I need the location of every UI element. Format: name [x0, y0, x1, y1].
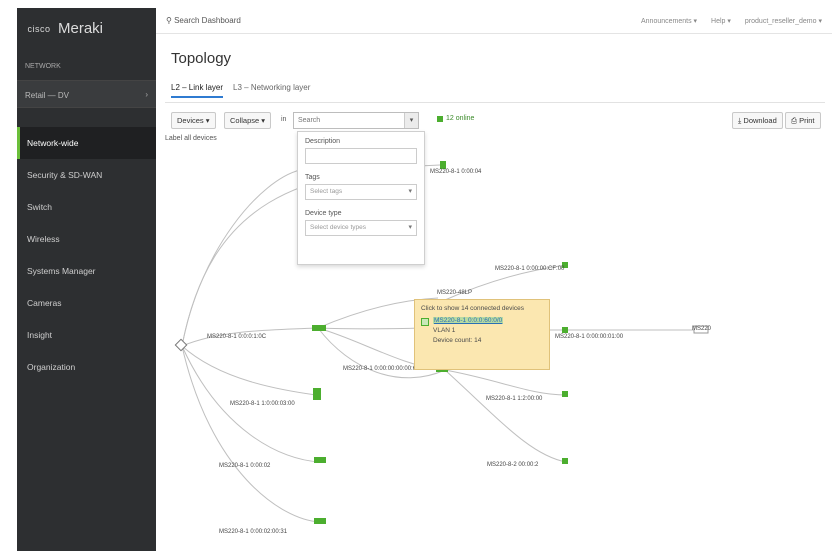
device-type-label: Device type — [305, 210, 342, 217]
devices-dropdown-button[interactable]: Devices ▾ — [171, 112, 216, 129]
filter-dropdown-panel: Description Tags Select tags ▾ Device ty… — [297, 131, 425, 265]
node-label[interactable]: MS220-8-1 0:0:0:1:0C — [207, 334, 266, 340]
online-square-icon — [437, 115, 443, 122]
print-icon: ⎙ — [791, 116, 797, 125]
root-node-icon — [174, 338, 188, 352]
tab-l2-link-layer[interactable]: L2 – Link layer — [171, 83, 224, 98]
sidebar-item-network-wide[interactable]: Network-wide — [17, 127, 156, 159]
tooltip-details: MS220-8-1 0:0:0:60:0/0 VLAN 1 Device cou… — [433, 317, 504, 344]
tabs-divider — [165, 102, 825, 103]
sidebar-item-insight[interactable]: Insight — [17, 319, 156, 351]
node-label[interactable]: MS220-8-1 0:00:00:01:00 — [555, 334, 623, 340]
sidebar-item-organization[interactable]: Organization — [17, 351, 156, 383]
download-icon: ⤓ — [738, 116, 742, 125]
search-icon: ⚲ — [166, 16, 172, 25]
print-button-label: Print — [799, 116, 815, 125]
tags-placeholder: Select tags — [310, 188, 343, 195]
device-type-select[interactable]: Select device types ▾ — [305, 220, 417, 236]
switch-node-icon — [421, 318, 429, 326]
user-label: product_reseller_demo — [744, 18, 817, 25]
dashboard-search[interactable]: ⚲ Search Dashboard — [166, 16, 241, 25]
print-button[interactable]: ⎙ Print — [785, 112, 821, 129]
user-menu[interactable]: product_reseller_demo ▾ — [745, 17, 822, 25]
link-line — [181, 345, 317, 396]
switch-node-icon — [562, 458, 568, 464]
tags-select[interactable]: Select tags ▾ — [305, 184, 417, 200]
switch-node-icon — [562, 391, 568, 397]
tooltip-device-row: MS220-8-1 0:0:0:60:0/0 VLAN 1 Device cou… — [421, 317, 543, 344]
node-label[interactable]: MS220-8-1 1:0:00:03:00 — [230, 401, 295, 407]
tags-label: Tags — [305, 174, 320, 181]
switch-node-icon — [440, 161, 446, 169]
network-selector[interactable]: Retail — DV › — [17, 80, 156, 108]
sidebar-item-systems-manager[interactable]: Systems Manager — [17, 255, 156, 287]
tooltip-device-link[interactable]: MS220-8-1 0:0:0:60:0/0 — [433, 317, 504, 324]
announcements-menu[interactable]: Announcements ▾ — [641, 17, 697, 25]
tooltip-vlan: VLAN 1 — [433, 327, 456, 334]
page-title: Topology — [171, 50, 232, 67]
node-label[interactable]: MS220-8-2 00:00:2 — [487, 462, 538, 468]
switch-node-icon — [312, 325, 326, 331]
tab-l3-networking-layer[interactable]: L3 – Networking layer — [233, 83, 310, 98]
cisco-logo-text: cisco — [27, 23, 51, 34]
top-right-menu: Announcements ▾ Help ▾ product_reseller_… — [641, 17, 822, 25]
sidebar-item-wireless[interactable]: Wireless — [17, 223, 156, 255]
link-line — [444, 369, 567, 396]
announcements-label: Announcements — [640, 18, 692, 25]
switch-node-icon — [313, 388, 321, 400]
description-label: Description — [305, 138, 341, 145]
download-button-label: Download — [743, 116, 777, 125]
sidebar-item-cameras[interactable]: Cameras — [17, 287, 156, 319]
collapse-dropdown-button[interactable]: Collapse ▾ — [224, 112, 272, 129]
switch-node-icon — [314, 518, 326, 524]
devices-button-label: Devices — [177, 116, 204, 125]
tooltip-device-count: Device count: 14 — [433, 337, 482, 344]
top-bar: ⚲ Search Dashboard Announcements ▾ Help … — [156, 8, 832, 34]
chevron-down-icon: ▾ — [404, 113, 418, 128]
node-label[interactable]: MS220-48LP — [437, 290, 472, 296]
node-label[interactable]: MS220-8-1 0:00:00:00:00:60 — [343, 366, 419, 372]
switch-node-icon — [562, 327, 568, 333]
chevron-down-icon: ▾ — [408, 224, 412, 231]
sidebar-item-security-sd-wan[interactable]: Security & SD-WAN — [17, 159, 156, 191]
node-label[interactable]: MS220-8-1 0:00:02:00:31 — [219, 529, 287, 535]
online-status: 12 online — [437, 115, 474, 122]
node-label[interactable]: MS220-8-1 1:2:00:00 — [486, 396, 542, 402]
tooltip-title: Click to show 14 connected devices — [421, 305, 524, 312]
sidebar-nav: Network-wide Security & SD-WAN Switch Wi… — [17, 127, 156, 383]
label-all-devices-toggle[interactable]: Label all devices — [165, 135, 217, 142]
in-label: in — [281, 116, 287, 123]
layer-tabs: L2 – Link layer L3 – Networking layer — [171, 83, 310, 98]
node-label[interactable]: MS220 — [692, 326, 711, 332]
link-line — [444, 369, 567, 463]
help-menu[interactable]: Help ▾ — [711, 17, 731, 25]
description-input[interactable] — [305, 148, 417, 164]
collapse-button-label: Collapse — [230, 116, 260, 125]
search-scope-value: Search — [298, 117, 321, 124]
meraki-logo-text: Meraki — [58, 20, 104, 37]
node-label[interactable]: MS220-8-1 0:00:00:CF:00 — [495, 266, 564, 272]
download-button[interactable]: ⤓ Download — [732, 112, 783, 129]
chevron-right-icon: › — [145, 90, 148, 99]
node-label[interactable]: MS220-8-1 0:00:04 — [430, 169, 481, 175]
link-line — [181, 345, 321, 523]
node-label[interactable]: MS220-8-1 0:00:02 — [219, 463, 270, 469]
sidebar-item-switch[interactable]: Switch — [17, 191, 156, 223]
search-scope-select[interactable]: Search ▾ — [293, 112, 419, 129]
network-label: NETWORK — [25, 63, 61, 70]
sidebar: cisco Meraki NETWORK Retail — DV › Netwo… — [17, 8, 156, 551]
meraki-logo[interactable]: cisco Meraki — [26, 20, 103, 37]
chevron-down-icon: ▾ — [408, 188, 412, 195]
help-label: Help — [711, 18, 726, 25]
online-count: 12 online — [446, 115, 475, 122]
search-placeholder: Search Dashboard — [174, 16, 241, 25]
device-tooltip[interactable]: Click to show 14 connected devices MS220… — [414, 299, 550, 370]
network-name: Retail — DV — [25, 91, 70, 100]
link-line — [181, 169, 301, 347]
device-type-placeholder: Select device types — [310, 224, 367, 231]
switch-node-icon — [314, 457, 326, 463]
